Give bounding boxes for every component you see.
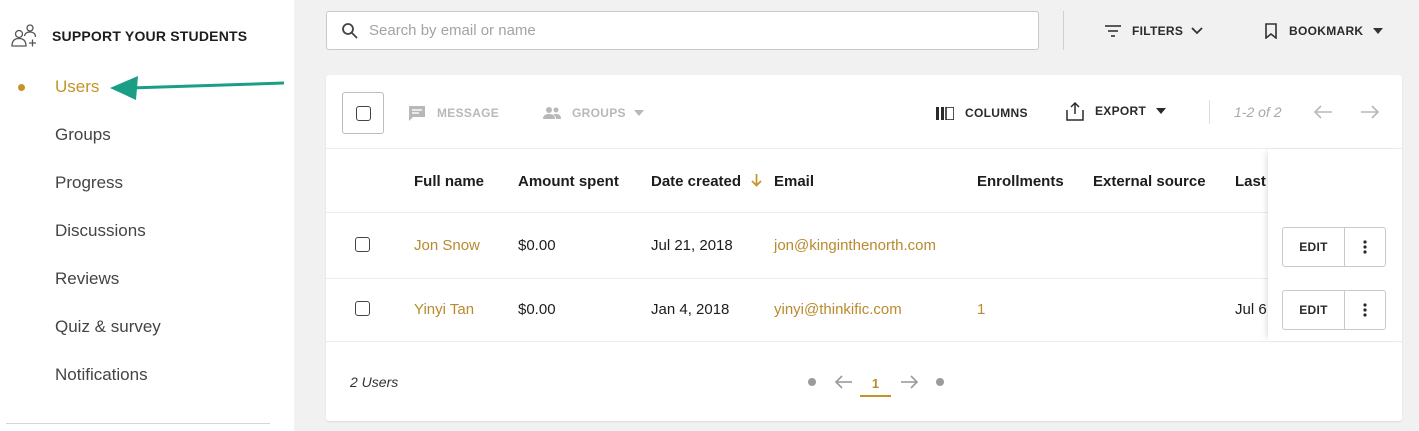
user-email-link[interactable]: jon@kinginthenorth.com bbox=[774, 237, 936, 254]
sidebar-item-progress[interactable]: Progress bbox=[55, 173, 123, 193]
filter-icon bbox=[1105, 25, 1121, 37]
row-divider bbox=[326, 341, 1402, 342]
annotation-arrow-icon bbox=[110, 76, 285, 100]
search-icon bbox=[342, 22, 358, 39]
toolbar-divider bbox=[1209, 100, 1210, 124]
caret-down-icon bbox=[1373, 28, 1384, 34]
bookmark-label: BOOKMARK bbox=[1289, 24, 1364, 38]
caret-down-icon bbox=[633, 110, 644, 116]
pagination-range: 1-2 of 2 bbox=[1234, 104, 1282, 120]
export-button[interactable]: EXPORT bbox=[1065, 101, 1167, 121]
current-page[interactable]: 1 bbox=[860, 372, 891, 397]
date-created-cell: Jan 4, 2018 bbox=[651, 301, 730, 318]
arrow-right-icon[interactable] bbox=[899, 374, 919, 390]
column-header-amount-spent[interactable]: Amount spent bbox=[518, 173, 619, 190]
sidebar-divider bbox=[6, 423, 270, 424]
last-page-dot[interactable] bbox=[936, 378, 944, 386]
caret-down-icon bbox=[1156, 108, 1167, 114]
more-options-button[interactable] bbox=[1345, 228, 1385, 266]
columns-label: COLUMNS bbox=[965, 106, 1028, 120]
export-label: EXPORT bbox=[1095, 104, 1147, 118]
active-indicator-dot bbox=[18, 84, 25, 91]
row-divider bbox=[326, 148, 1402, 149]
column-header-email[interactable]: Email bbox=[774, 173, 814, 190]
columns-icon bbox=[936, 106, 954, 120]
more-vertical-icon bbox=[1363, 240, 1367, 254]
sidebar-item-reviews[interactable]: Reviews bbox=[55, 269, 119, 289]
row-checkbox[interactable] bbox=[355, 237, 370, 252]
row-actions-column: EDIT EDIT bbox=[1268, 149, 1402, 341]
user-count: 2 Users bbox=[350, 374, 399, 390]
chevron-down-icon bbox=[1191, 27, 1203, 35]
column-header-full-name[interactable]: Full name bbox=[414, 173, 484, 190]
column-header-enrollments[interactable]: Enrollments bbox=[977, 173, 1064, 190]
sidebar-header bbox=[10, 22, 38, 50]
groups-button[interactable]: GROUPS bbox=[542, 103, 644, 123]
filters-label: FILTERS bbox=[1132, 24, 1184, 38]
filters-button[interactable]: FILTERS bbox=[1104, 19, 1203, 43]
sidebar-item-users[interactable]: Users bbox=[55, 77, 99, 97]
search-box[interactable] bbox=[326, 11, 1039, 50]
select-all-checkbox[interactable] bbox=[355, 105, 371, 121]
sidebar-item-notifications[interactable]: Notifications bbox=[55, 365, 148, 385]
export-icon bbox=[1066, 101, 1084, 121]
user-email-link[interactable]: yinyi@thinkific.com bbox=[774, 301, 902, 318]
column-header-label: Date created bbox=[651, 173, 742, 190]
groups-label: GROUPS bbox=[572, 106, 626, 120]
amount-spent-cell: $0.00 bbox=[518, 237, 556, 254]
row-checkbox[interactable] bbox=[355, 301, 370, 316]
groups-icon bbox=[543, 107, 561, 119]
bookmark-button[interactable]: BOOKMARK bbox=[1264, 19, 1384, 43]
user-full-name-link[interactable]: Jon Snow bbox=[414, 237, 480, 254]
sidebar-item-groups[interactable]: Groups bbox=[55, 125, 111, 145]
row-divider bbox=[326, 212, 1402, 213]
last-sign-in-cell: Jul 6, bbox=[1235, 301, 1271, 318]
message-label: MESSAGE bbox=[437, 106, 500, 120]
message-button[interactable]: MESSAGE bbox=[408, 103, 499, 123]
user-full-name-link[interactable]: Yinyi Tan bbox=[414, 301, 474, 318]
row-actions: EDIT bbox=[1282, 227, 1386, 267]
date-created-cell: Jul 21, 2018 bbox=[651, 237, 733, 254]
sort-arrow-down-icon bbox=[751, 174, 762, 187]
sidebar-item-discussions[interactable]: Discussions bbox=[55, 221, 146, 241]
select-all-box[interactable] bbox=[342, 92, 384, 134]
edit-button[interactable]: EDIT bbox=[1283, 228, 1345, 266]
sidebar-item-quiz-survey[interactable]: Quiz & survey bbox=[55, 317, 161, 337]
users-table-card: MESSAGE GROUPS COLUMNS EXPORT 1-2 of 2 F… bbox=[326, 75, 1402, 421]
amount-spent-cell: $0.00 bbox=[518, 301, 556, 318]
search-input[interactable] bbox=[369, 22, 989, 39]
more-options-button[interactable] bbox=[1345, 291, 1385, 329]
arrow-left-icon[interactable] bbox=[834, 374, 854, 390]
sidebar-title: SUPPORT YOUR STUDENTS bbox=[52, 28, 248, 44]
topbar-divider bbox=[1063, 11, 1064, 50]
row-divider bbox=[326, 278, 1402, 279]
bookmark-icon bbox=[1265, 23, 1277, 39]
columns-button[interactable]: COLUMNS bbox=[936, 103, 1028, 123]
arrow-right-icon[interactable] bbox=[1359, 102, 1381, 122]
arrow-left-icon[interactable] bbox=[1312, 102, 1334, 122]
first-page-dot[interactable] bbox=[808, 378, 816, 386]
message-icon bbox=[409, 105, 425, 121]
more-vertical-icon bbox=[1363, 303, 1367, 317]
support-users-icon bbox=[11, 24, 37, 47]
row-actions: EDIT bbox=[1282, 290, 1386, 330]
edit-button[interactable]: EDIT bbox=[1283, 291, 1345, 329]
sidebar: SUPPORT YOUR STUDENTS Users Groups Progr… bbox=[0, 0, 294, 431]
enrollments-count-link[interactable]: 1 bbox=[977, 301, 985, 318]
column-header-external-source[interactable]: External source bbox=[1093, 173, 1206, 190]
column-header-date-created[interactable]: Date created bbox=[651, 173, 762, 190]
